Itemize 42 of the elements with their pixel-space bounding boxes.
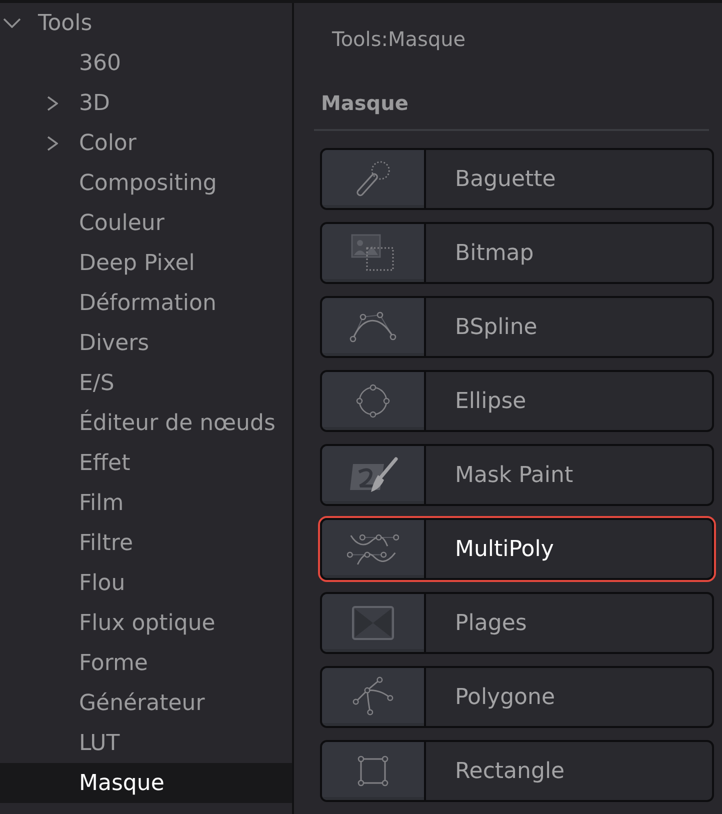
polyline-icon xyxy=(352,676,394,718)
chevron-right-icon[interactable] xyxy=(47,96,58,110)
chevron-right-icon[interactable] xyxy=(47,136,58,150)
tree-item[interactable]: Couleur xyxy=(0,203,292,243)
section-title: Masque xyxy=(321,90,408,117)
breadcrumb: Tools:Masque xyxy=(332,26,466,53)
tree-item[interactable]: 3D xyxy=(0,83,292,123)
tree-item[interactable]: Éditeur de nœuds xyxy=(0,403,292,443)
tree-item[interactable]: Forme xyxy=(0,643,292,683)
frame-icon xyxy=(352,606,394,640)
tree-item[interactable]: Filtre xyxy=(0,523,292,563)
tree-item[interactable]: 360 xyxy=(0,43,292,83)
tree-item[interactable]: Color xyxy=(0,123,292,163)
tree-item[interactable]: Divers xyxy=(0,323,292,363)
tree-item[interactable]: Deep Pixel xyxy=(0,243,292,283)
tool-button[interactable]: Baguette xyxy=(320,148,714,210)
tree-item[interactable]: Générateur xyxy=(0,683,292,723)
tree-item[interactable]: LUT xyxy=(0,723,292,763)
tool-button[interactable]: MultiPoly xyxy=(318,516,716,582)
tree-item[interactable]: Compositing xyxy=(0,163,292,203)
tool-button[interactable]: Mask Paint xyxy=(320,444,714,506)
tree-item[interactable]: Masque xyxy=(0,763,292,803)
wand-icon xyxy=(354,160,392,198)
tree-item[interactable]: Film xyxy=(0,483,292,523)
curve-icon xyxy=(349,310,397,344)
tree-item[interactable]: Flou xyxy=(0,563,292,603)
paintbrush-icon xyxy=(348,457,398,493)
tree-item[interactable]: Effet xyxy=(0,443,292,483)
tool-button[interactable]: Bitmap xyxy=(320,222,714,284)
chevron-down-icon[interactable] xyxy=(3,18,21,28)
tree-item[interactable]: E/S xyxy=(0,363,292,403)
tool-button[interactable]: Plages xyxy=(320,592,714,654)
circle-icon xyxy=(355,383,391,419)
tree-item[interactable]: Tools xyxy=(0,3,292,43)
tool-button[interactable]: BSpline xyxy=(320,296,714,358)
square-icon xyxy=(357,755,389,787)
tree-item[interactable]: Flux optique xyxy=(0,603,292,643)
tree-item[interactable]: Déformation xyxy=(0,283,292,323)
image-selection-icon xyxy=(351,234,395,272)
tool-button[interactable]: Polygone xyxy=(320,666,714,728)
tool-button[interactable]: Ellipse xyxy=(320,370,714,432)
tool-button[interactable]: Rectangle xyxy=(320,740,714,802)
